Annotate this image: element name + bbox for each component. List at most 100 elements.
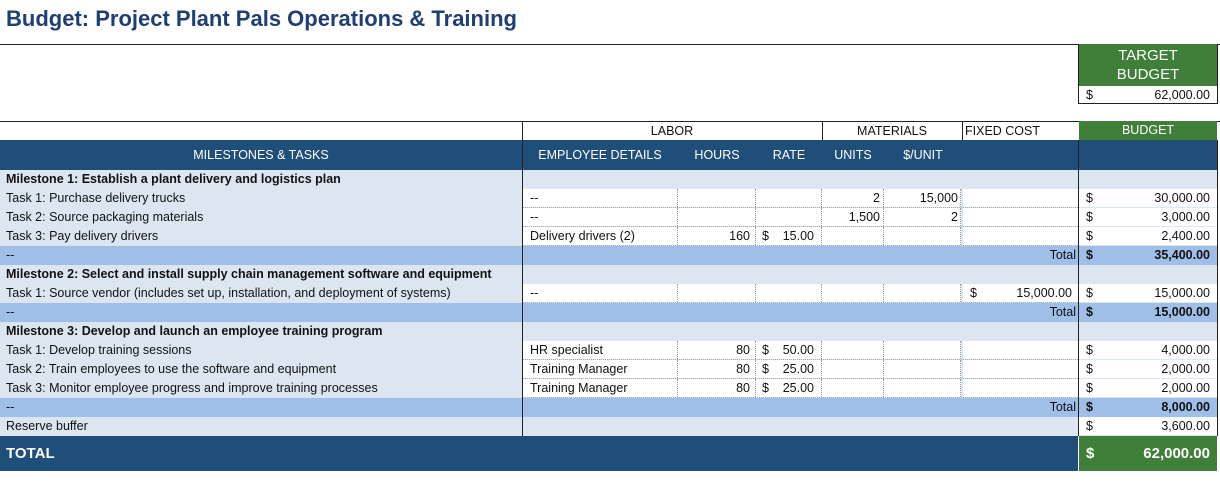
title-divider <box>0 44 1220 45</box>
employee-details[interactable]: -- <box>530 284 676 303</box>
budget-value: 3,000.00 <box>1161 210 1210 224</box>
column-header-budget <box>1079 140 1217 170</box>
budget-currency: $ <box>1086 191 1093 205</box>
grand-total-label: TOTAL <box>6 445 55 462</box>
divider <box>821 341 822 359</box>
employee-details[interactable]: HR specialist <box>530 341 676 360</box>
divider <box>677 284 678 302</box>
milestone-total: 8,000.00 <box>1161 400 1210 414</box>
reserve-label: Reserve buffer <box>6 419 88 433</box>
divider <box>822 121 823 140</box>
budget-currency: $ <box>1086 381 1093 395</box>
milestone-title: Milestone 2: Select and install supply c… <box>6 267 492 281</box>
per-unit-value[interactable]: 2 <box>884 208 958 227</box>
budget-value: 2,000.00 <box>1161 362 1210 376</box>
fixed-cost-value[interactable]: 15,000.00 <box>984 284 1072 303</box>
column-header-hours: HOURS <box>694 148 740 162</box>
rate-value[interactable]: 50.00 <box>776 341 814 360</box>
divider <box>677 189 678 207</box>
task-name: Task 1: Source vendor (includes set up, … <box>6 286 451 300</box>
divider <box>755 341 756 359</box>
task-name: Task 3: Pay delivery drivers <box>6 229 159 243</box>
fixed-cost-currency: $ <box>970 286 977 300</box>
budget-value: 4,000.00 <box>1161 343 1210 357</box>
column-header-tasks: MILESTONES & TASKS <box>193 148 329 162</box>
budget-currency: $ <box>1086 229 1093 243</box>
budget-currency: $ <box>1086 343 1093 357</box>
budget-currency: $ <box>1086 286 1093 300</box>
column-border <box>522 140 523 436</box>
hours-value[interactable]: 80 <box>678 379 750 398</box>
column-header-per-unit: $/UNIT <box>903 148 943 162</box>
employee-details[interactable]: Training Manager <box>530 379 676 398</box>
task-name: Task 2: Train employees to use the softw… <box>6 362 337 376</box>
divider <box>883 284 884 302</box>
employee-details[interactable]: -- <box>530 208 676 227</box>
employee-details[interactable]: Training Manager <box>530 360 676 379</box>
row-background <box>1079 265 1217 284</box>
rate-value[interactable]: 25.00 <box>776 360 814 379</box>
units-value[interactable]: 1,500 <box>822 208 880 227</box>
group-header-labor: LABOR <box>650 124 694 138</box>
group-header-materials: MATERIALS <box>857 124 927 138</box>
hours-value[interactable]: 80 <box>678 341 750 360</box>
reserve-amount[interactable]: 3,600.00 <box>1104 417 1210 436</box>
rate-currency: $ <box>762 362 769 376</box>
divider <box>821 360 822 378</box>
divider <box>1217 44 1218 104</box>
task-name: Task 1: Purchase delivery trucks <box>6 191 186 205</box>
total-label: Total <box>1049 400 1076 414</box>
fixed-cost-cell <box>963 341 1078 359</box>
budget-currency: $ <box>1086 210 1093 224</box>
divider <box>755 360 756 378</box>
budget-value: 30,000.00 <box>1154 191 1210 205</box>
employee-details[interactable]: -- <box>530 189 676 208</box>
column-border <box>1217 140 1218 436</box>
total-label: Total <box>1049 305 1076 319</box>
milestone-total: 35,400.00 <box>1154 248 1210 262</box>
rate-value[interactable]: 25.00 <box>776 379 814 398</box>
column-header-units: UNITS <box>834 148 872 162</box>
employee-details[interactable]: Delivery drivers (2) <box>530 227 676 246</box>
units-value[interactable]: 2 <box>822 189 880 208</box>
grand-total-currency: $ <box>1086 445 1095 462</box>
milestone-title: Milestone 1: Establish a plant delivery … <box>6 172 341 186</box>
divider <box>883 360 884 378</box>
divider <box>522 121 523 140</box>
total-prefix: -- <box>6 400 15 414</box>
group-header-budget: BUDGET <box>1079 121 1217 140</box>
reserve-currency: $ <box>1086 419 1093 433</box>
target-amount[interactable]: 62,000.00 <box>1106 86 1210 104</box>
row-background <box>1079 322 1217 341</box>
fixed-cost-cell <box>963 189 1078 207</box>
total-label: Total <box>1049 248 1076 262</box>
rate-currency: $ <box>762 343 769 357</box>
milestone-title: Milestone 3: Develop and launch an emplo… <box>6 324 383 338</box>
column-header-employee: EMPLOYEE DETAILS <box>538 148 662 162</box>
fixed-cost-cell <box>963 360 1078 378</box>
total-currency: $ <box>1086 400 1093 414</box>
fixed-cost-cell <box>963 227 1078 245</box>
divider <box>755 284 756 302</box>
divider <box>821 227 822 245</box>
row-background <box>1079 170 1217 189</box>
hours-value[interactable]: 160 <box>678 227 750 246</box>
row-background <box>0 303 1078 322</box>
hours-value[interactable]: 80 <box>678 360 750 379</box>
column-border <box>1078 140 1079 436</box>
grand-total-amount: 62,000.00 <box>1143 445 1210 462</box>
budget-value: 2,000.00 <box>1161 381 1210 395</box>
total-currency: $ <box>1086 248 1093 262</box>
divider <box>962 121 963 140</box>
row-background <box>0 246 1078 265</box>
target-label-line2: BUDGET <box>1116 66 1180 83</box>
per-unit-value[interactable]: 15,000 <box>884 189 958 208</box>
divider <box>677 208 678 226</box>
fixed-cost-cell <box>963 379 1078 397</box>
target-currency: $ <box>1086 88 1093 102</box>
budget-value: 2,400.00 <box>1161 229 1210 243</box>
divider <box>883 379 884 397</box>
rate-value[interactable]: 15.00 <box>776 227 814 246</box>
total-prefix: -- <box>6 305 15 319</box>
target-budget-header: TARGET BUDGET <box>1079 44 1217 86</box>
